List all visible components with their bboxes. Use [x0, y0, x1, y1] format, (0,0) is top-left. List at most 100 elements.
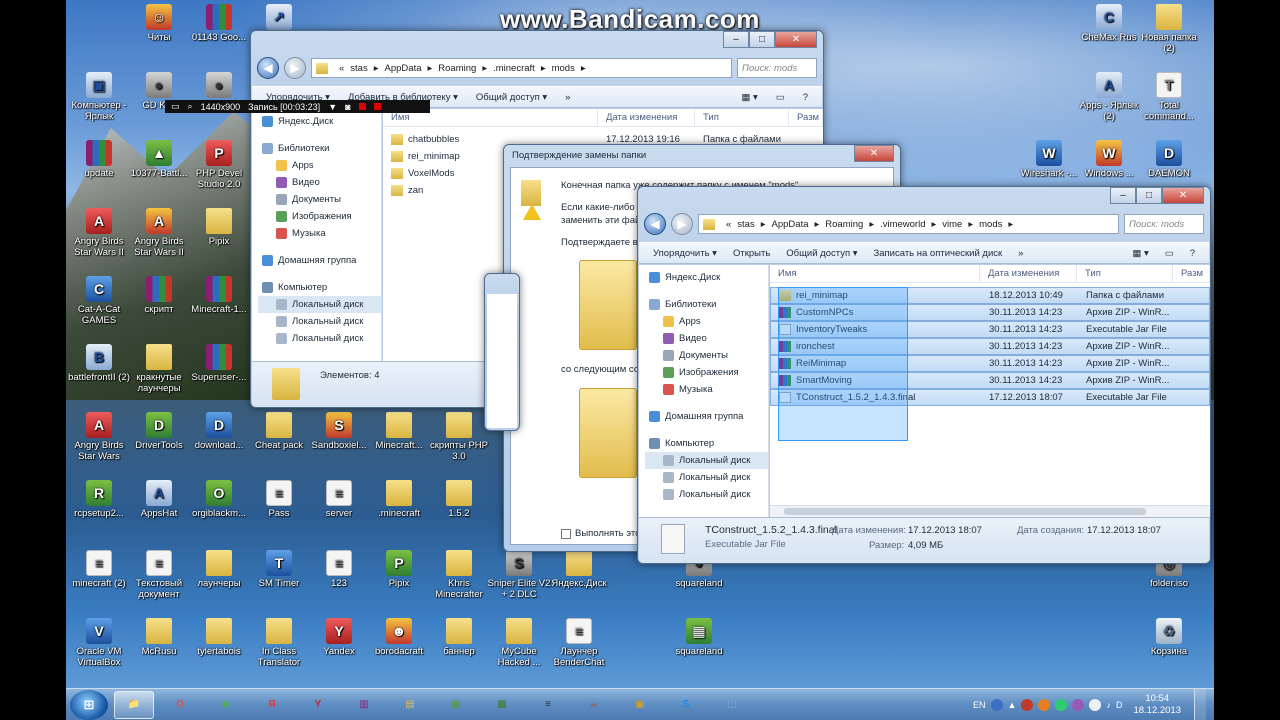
desktop-icon[interactable]: P PHP Devel Studio 2.0 [186, 140, 252, 190]
more-button[interactable]: » [565, 92, 570, 103]
skype-icon[interactable]: S [666, 691, 706, 719]
share-button[interactable]: Общий доступ ▾ [476, 92, 547, 103]
nav-item[interactable]: Библиотеки [258, 140, 381, 157]
yandex-icon[interactable]: Y [298, 691, 338, 719]
desktop-icon[interactable]: ▲ 10377-Battl... [126, 140, 192, 179]
desktop-icon[interactable]: ▣ Компьютер - Ярлык [66, 72, 132, 122]
desktop-icon[interactable]: ▦ squareland [666, 618, 732, 657]
minecraft-2-icon[interactable]: ▩ [482, 691, 522, 719]
column-type[interactable]: Тип [1077, 265, 1173, 282]
nav-item[interactable]: Локальный диск [645, 452, 768, 469]
forward-button[interactable]: ▶ [284, 57, 306, 79]
apply-to-all-checkbox[interactable] [561, 528, 571, 539]
explorer-window-vime-mods[interactable]: – □ ✕ ◀ ▶ « stas ▸ AppData ▸ Roaming ▸ .vim… [637, 186, 1211, 564]
desktop-icon[interactable]: update [66, 140, 132, 179]
nav-item[interactable]: Видео [645, 330, 768, 347]
desktop-icon[interactable]: скрипт [126, 276, 192, 315]
nav-item[interactable]: Изображения [258, 208, 381, 225]
desktop-icon[interactable]: Cheat pack [246, 412, 312, 451]
desktop-icon[interactable]: баннер [426, 618, 492, 657]
clock[interactable]: 10:54 18.12.2013 [1133, 693, 1181, 717]
column-name[interactable]: Имя [770, 265, 980, 282]
desktop-icon[interactable]: T Total command... [1136, 72, 1202, 122]
minimize-button[interactable]: – [723, 31, 749, 48]
back-button[interactable]: ◀ [644, 213, 666, 235]
package-icon[interactable]: ▣ [620, 691, 660, 719]
scrollbar-thumb[interactable] [784, 508, 1146, 515]
desktop-icon[interactable]: Pipix [186, 208, 252, 247]
preview-pane-icon[interactable]: ▭ [1165, 248, 1174, 259]
desktop-icon[interactable]: P Pipix [366, 550, 432, 589]
language-indicator[interactable]: EN [973, 700, 986, 710]
bandicam-recording-bar[interactable]: ▭ ⌕ 1440x900 Запись [00:03:23] ▼ ◙ [165, 100, 430, 113]
breadcrumb-part[interactable]: mods [979, 219, 1002, 230]
breadcrumb-part[interactable]: vime [942, 219, 962, 230]
desktop-icon[interactable]: кракнутые лаунчеры [126, 344, 192, 394]
desktop-icon[interactable]: W Wireshark -... [1016, 140, 1082, 179]
coffee-icon[interactable]: ☕ [574, 691, 614, 719]
maximize-button[interactable]: □ [749, 31, 775, 48]
nav-item[interactable]: Изображения [645, 364, 768, 381]
background-window[interactable] [484, 273, 520, 431]
apply-to-all-option[interactable]: Выполнять это [561, 528, 640, 539]
desktop-icon[interactable]: скрипты PHP 3.0 [426, 412, 492, 462]
maximize-button[interactable]: □ [1136, 187, 1162, 204]
desktop-icon[interactable]: 1.5.2 [426, 480, 492, 519]
start-button[interactable]: ⊞ [70, 689, 108, 720]
nav-item[interactable]: Музыка [258, 225, 381, 242]
breadcrumb-part[interactable]: Roaming [825, 219, 863, 230]
preview-pane-icon[interactable]: ▭ [776, 92, 785, 103]
yandex-browser-icon[interactable]: Я [252, 691, 292, 719]
desktop-icon[interactable]: V Oracle VM VirtualBox [66, 618, 132, 668]
desktop-icon[interactable]: 01143 Goo... [186, 4, 252, 43]
close-button[interactable]: ✕ [775, 31, 817, 48]
opera-icon[interactable]: O [160, 691, 200, 719]
nav-item[interactable]: Локальный диск [258, 296, 381, 313]
breadcrumb-part[interactable]: Roaming [438, 63, 476, 74]
desktop-icon[interactable]: ≡ Лаунчер BenderChat [546, 618, 612, 668]
desktop-icon[interactable]: A AppsHat [126, 480, 192, 519]
pause-icon[interactable] [358, 103, 366, 110]
desktop-icon[interactable]: A Angry Birds Star Wars II [126, 208, 192, 258]
address-bar[interactable]: « stas ▸ AppData ▸ Roaming ▸ .vimeworld ▸ vi… [698, 214, 1119, 234]
desktop-icon[interactable]: Khris Minecrafter [426, 550, 492, 600]
search-input[interactable]: Поиск: mods [1124, 214, 1204, 234]
dropdown-icon[interactable]: ▼ [328, 102, 337, 112]
nav-item[interactable]: Apps [645, 313, 768, 330]
menu-icon[interactable]: ≡ [528, 691, 568, 719]
nav-item[interactable]: Локальный диск [258, 313, 381, 330]
view-icon[interactable]: ▦ ▾ [1132, 248, 1148, 259]
desktop-icon[interactable]: W Windows ... [1076, 140, 1142, 179]
nav-item[interactable]: Библиотеки [645, 296, 768, 313]
desktop-icon[interactable]: ≡ server [306, 480, 372, 519]
desktop-icon[interactable]: ☻ borodacraft [366, 618, 432, 657]
dropbox-icon[interactable]: D [1116, 700, 1123, 710]
camera-icon[interactable]: ◙ [345, 102, 350, 112]
desktop-icon[interactable]: tylertabois [186, 618, 252, 657]
nav-item[interactable]: Компьютер [645, 435, 768, 452]
breadcrumb-part[interactable]: AppData [385, 63, 422, 74]
desktop-icon[interactable]: McRusu [126, 618, 192, 657]
nav-item[interactable]: Видео [258, 174, 381, 191]
desktop-icon[interactable]: C Cat-A-Cat GAMES [66, 276, 132, 326]
view-icon[interactable]: ▦ ▾ [741, 92, 757, 103]
explorer-icon[interactable]: 📁 [114, 690, 154, 719]
desktop-icon[interactable]: A Angry Birds Star Wars II [66, 208, 132, 258]
desktop-icon[interactable]: Ddownload... [186, 412, 252, 451]
desktop-icon[interactable]: BbattlefrontII (2) [66, 344, 132, 383]
nav-item[interactable]: Документы [258, 191, 381, 208]
back-button[interactable]: ◀ [257, 57, 279, 79]
tray-arrow-icon[interactable]: ▲ [1008, 700, 1017, 710]
nav-item[interactable]: Яндекс.Диск [258, 113, 381, 130]
dialog-close-button[interactable]: ✕ [854, 145, 894, 162]
column-date[interactable]: Дата изменения [980, 265, 1077, 282]
breadcrumb-part[interactable]: .minecraft [493, 63, 535, 74]
update-icon[interactable] [1055, 699, 1068, 711]
stop-icon[interactable] [373, 103, 381, 110]
volume-icon[interactable]: ♪ [1106, 700, 1111, 710]
more-button[interactable]: » [1018, 248, 1023, 259]
close-button[interactable]: ✕ [1162, 187, 1204, 204]
nav-item[interactable]: Локальный диск [645, 469, 768, 486]
nav-item[interactable]: Apps [258, 157, 381, 174]
desktop-icon[interactable]: Superuser-... [186, 344, 252, 383]
